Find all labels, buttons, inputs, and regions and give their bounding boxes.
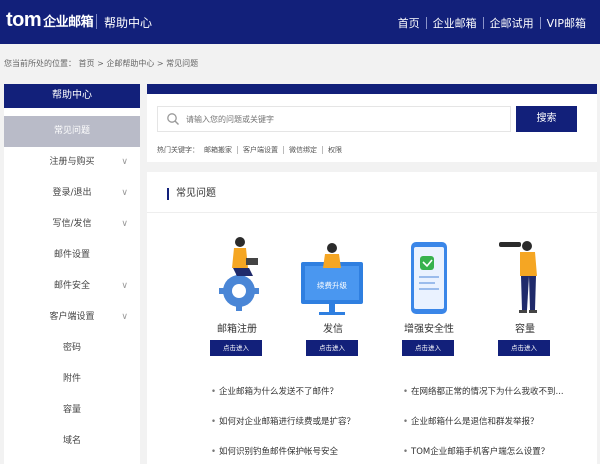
- tom-logo[interactable]: tom 企业邮箱: [6, 9, 94, 32]
- faq-question-link[interactable]: 企业邮箱什么是退信和群发举报？: [403, 415, 539, 427]
- nav-trial[interactable]: 企邮试用: [484, 15, 540, 31]
- sidebar-item-label: 邮件安全: [53, 281, 90, 291]
- sidebar-item-register[interactable]: 注册与购买 ∨: [4, 147, 140, 178]
- sidebar-item-mail-settings[interactable]: 邮件设置: [4, 240, 140, 271]
- search-icon: [167, 113, 179, 125]
- category-label: 发信: [323, 324, 343, 335]
- faq-question-link[interactable]: 在网络都正常的情况下为什么我收不到...: [403, 385, 564, 397]
- sidebar-item-password[interactable]: 密码: [4, 333, 140, 364]
- chevron-down-icon: ∨: [121, 281, 128, 291]
- search-panel: 搜索 热门关键字： 邮箱搬家 客户端设置 微信绑定 权限: [147, 84, 597, 162]
- sidebar-item-compose[interactable]: 写信/发信 ∨: [4, 209, 140, 240]
- faq-question-link[interactable]: TOM企业邮箱手机客户端怎么设置？: [403, 445, 549, 457]
- sidebar-item-label: 写信/发信: [52, 219, 92, 229]
- sidebar-item-label: 域名: [62, 436, 81, 446]
- hot-keywords-label: 热门关键字：: [157, 146, 199, 154]
- divider: [147, 212, 597, 213]
- chevron-down-icon: ∨: [121, 157, 128, 167]
- faq-panel: 常见问题 邮箱注册 点击进入 续费升级 发信 点击进入 增强安全性 点击进入 容…: [147, 172, 597, 464]
- sidebar-item-label: 邮件设置: [53, 250, 90, 260]
- category-label: 邮箱注册: [217, 324, 257, 335]
- top-header: tom 企业邮箱 帮助中心 首页 企业邮箱 企邮试用 VIP邮箱: [0, 0, 600, 44]
- search-button[interactable]: 搜索: [516, 106, 577, 132]
- sidebar-item-label: 常见问题: [53, 126, 90, 136]
- nav-vip-mail[interactable]: VIP邮箱: [541, 15, 592, 31]
- sidebar-item-domain[interactable]: 域名: [4, 426, 140, 457]
- hot-keyword-link[interactable]: 客户端设置: [238, 145, 283, 155]
- chevron-down-icon: ∨: [121, 188, 128, 198]
- faq-heading: 常见问题: [167, 188, 216, 200]
- chevron-down-icon: ∨: [121, 312, 128, 322]
- enter-button[interactable]: 点击进入: [498, 340, 550, 356]
- enter-button[interactable]: 点击进入: [210, 340, 262, 356]
- nav-home[interactable]: 首页: [392, 15, 426, 31]
- sidebar-item-attachment[interactable]: 附件: [4, 364, 140, 395]
- search-input[interactable]: [186, 111, 506, 127]
- upgrade-text: 续费升级: [317, 280, 347, 290]
- phone-illustration: [411, 242, 447, 314]
- sidebar-item-label: 附件: [62, 374, 81, 384]
- hot-keyword-link[interactable]: 权限: [323, 145, 347, 155]
- category-label: 容量: [515, 324, 535, 335]
- sidebar-item-label: 容量: [62, 405, 81, 415]
- hot-keyword-link[interactable]: 微信绑定: [284, 145, 322, 155]
- category-label: 增强安全性: [404, 324, 454, 335]
- search-box[interactable]: [157, 106, 511, 132]
- enter-button[interactable]: 点击进入: [306, 340, 358, 356]
- faq-question-link[interactable]: 如何识别钓鱼邮件保护帐号安全: [211, 445, 338, 457]
- breadcrumb: 您当前所处的位置： 首页 > 企邮帮助中心 > 常见问题: [4, 59, 199, 68]
- logo-divider: [96, 14, 97, 29]
- sidebar-item-faq[interactable]: 常见问题: [4, 116, 140, 147]
- telescope-person-illustration: [499, 241, 537, 313]
- sidebar-item-login[interactable]: 登录/退出 ∨: [4, 178, 140, 209]
- person-gear-illustration: [219, 237, 259, 311]
- sidebar-item-client-settings[interactable]: 客户端设置 ∨: [4, 302, 140, 333]
- hot-keywords: 热门关键字： 邮箱搬家 客户端设置 微信绑定 权限: [157, 145, 347, 155]
- sidebar-title: 帮助中心: [4, 84, 140, 108]
- hot-keyword-link[interactable]: 邮箱搬家: [199, 145, 237, 155]
- logo-sub: 企业邮箱: [43, 14, 94, 29]
- sidebar-item-capacity[interactable]: 容量: [4, 395, 140, 426]
- enter-button[interactable]: 点击进入: [402, 340, 454, 356]
- nav-enterprise-mail[interactable]: 企业邮箱: [427, 15, 483, 31]
- sidebar-item-label: 密码: [62, 343, 81, 353]
- sidebar: 帮助中心 常见问题 注册与购买 ∨ 登录/退出 ∨ 写信/发信 ∨ 邮件设置 邮件安全…: [4, 84, 140, 464]
- faq-question-link[interactable]: 如何对企业邮箱进行续费或是扩容？: [211, 415, 355, 427]
- sidebar-item-label: 客户端设置: [49, 312, 95, 322]
- monitor-illustration: 续费升级: [301, 243, 363, 315]
- chevron-down-icon: ∨: [121, 219, 128, 229]
- help-center-title: 帮助中心: [104, 16, 153, 30]
- sidebar-item-label: 注册与购买: [49, 157, 95, 167]
- sidebar-item-security[interactable]: 邮件安全 ∨: [4, 271, 140, 302]
- sidebar-item-label: 登录/退出: [52, 188, 92, 198]
- top-nav: 首页 企业邮箱 企邮试用 VIP邮箱: [392, 15, 592, 31]
- faq-question-link[interactable]: 企业邮箱为什么发送不了邮件？: [211, 385, 338, 397]
- logo-main: tom: [6, 9, 42, 31]
